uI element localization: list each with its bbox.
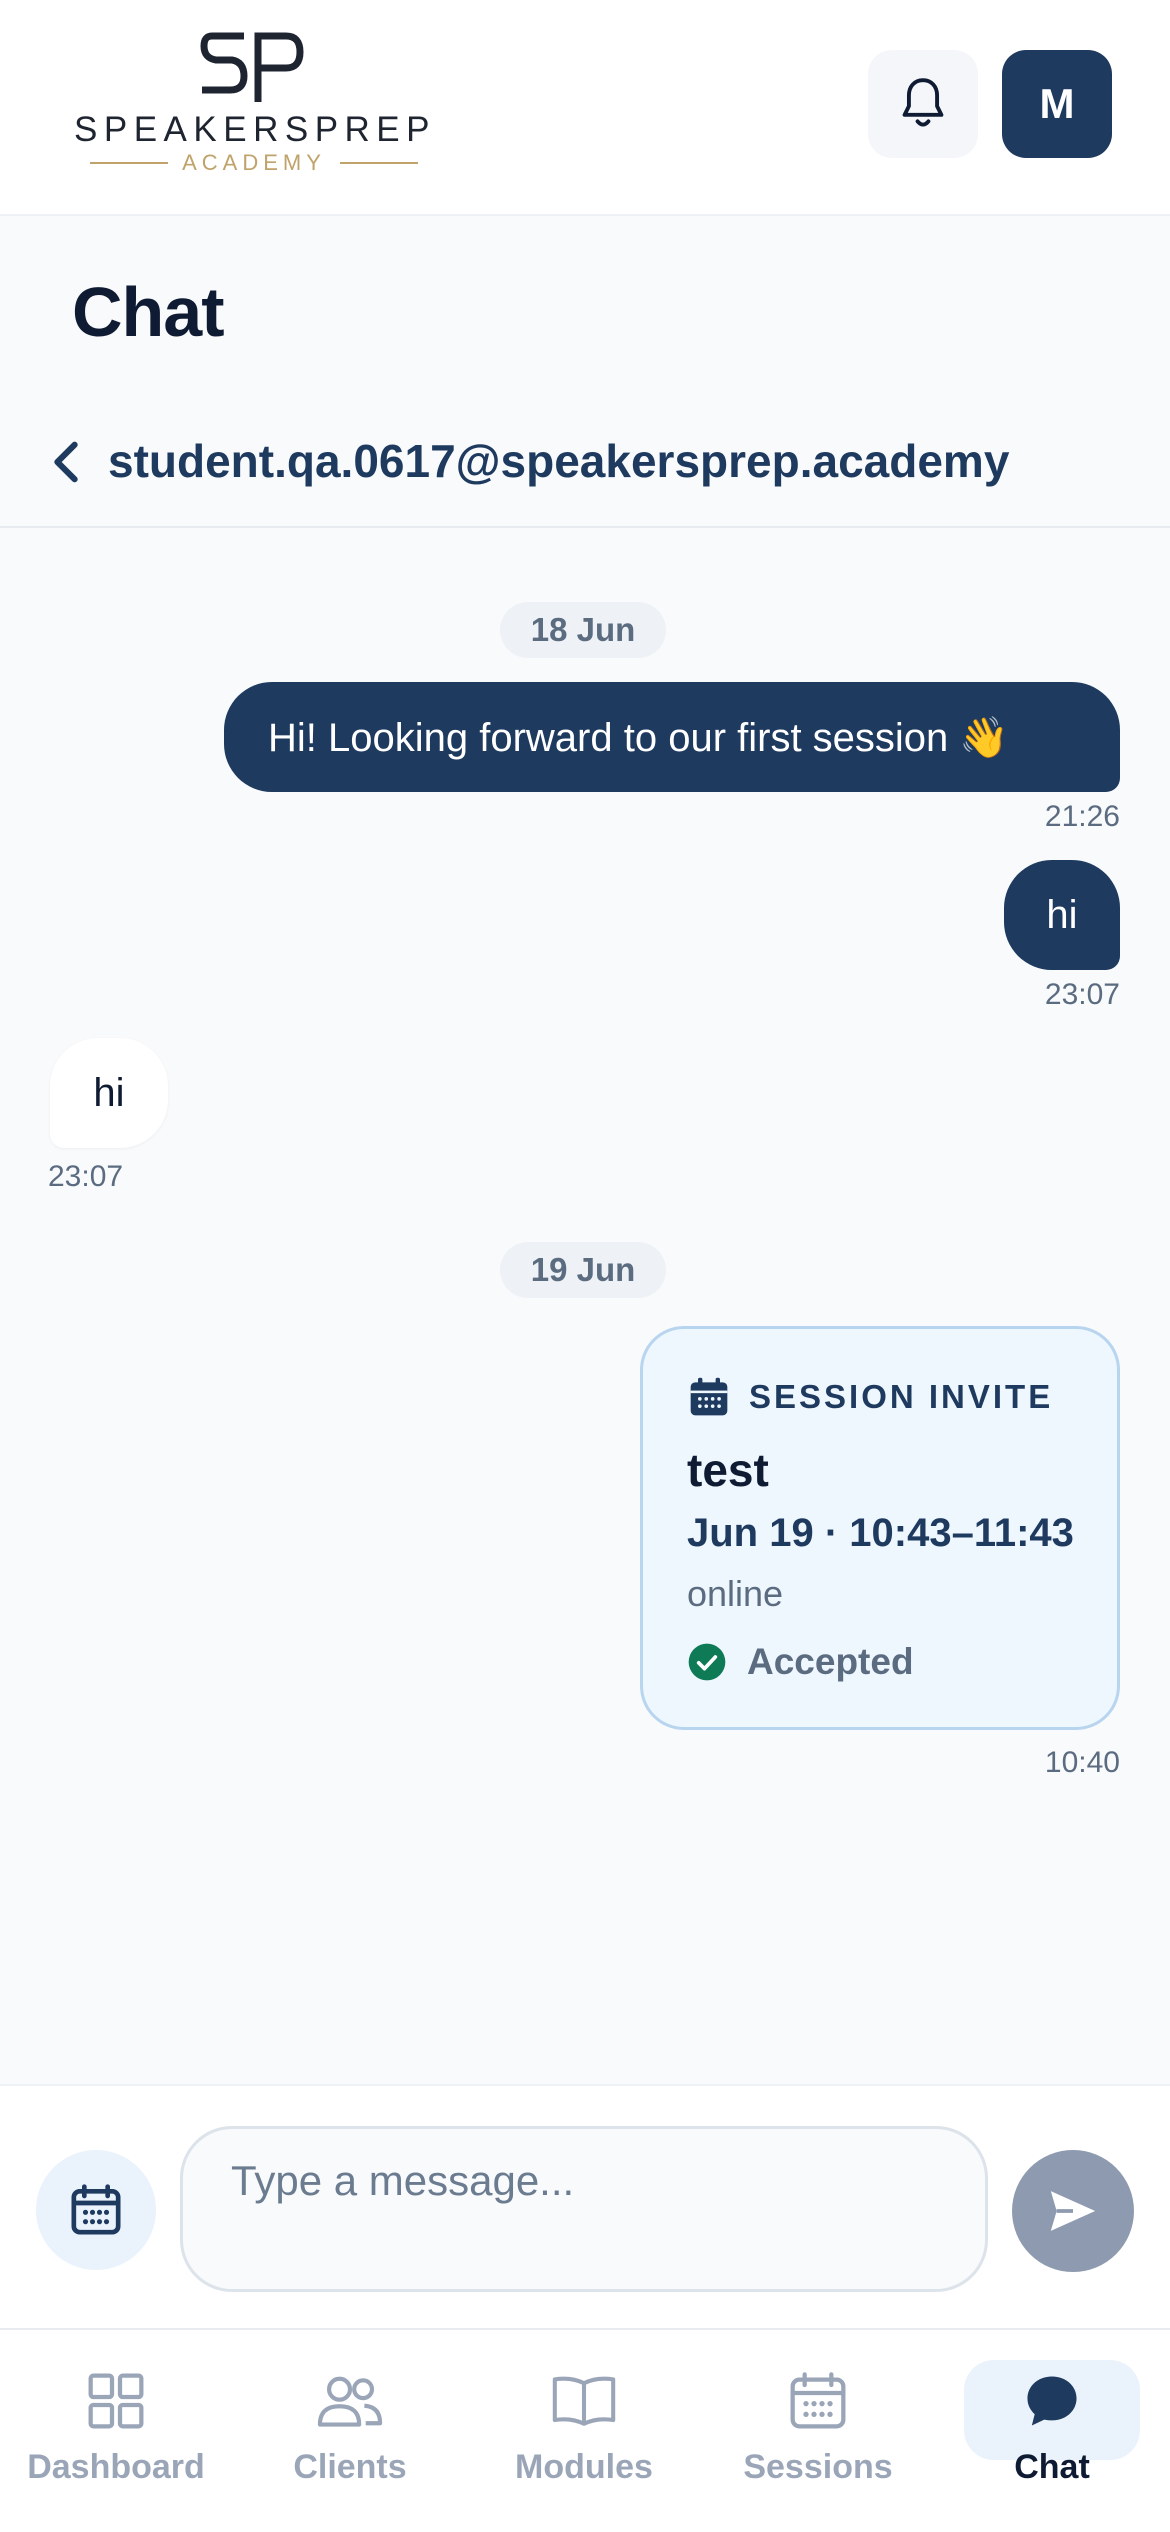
- send-button[interactable]: [1012, 2150, 1134, 2272]
- message-time: 23:07: [48, 1160, 124, 1193]
- nav-label: Clients: [293, 2448, 407, 2486]
- nav-label: Sessions: [743, 2448, 893, 2486]
- session-invite-header: SESSION INVITE: [687, 1375, 1053, 1419]
- message-bubble-outgoing[interactable]: Hi! Looking forward to our first session…: [224, 682, 1120, 792]
- check-circle-icon: [688, 1643, 726, 1681]
- nav-item-clients[interactable]: Clients: [260, 2360, 440, 2510]
- message-composer: [0, 2084, 1170, 2328]
- calendar-icon: [690, 1377, 728, 1416]
- session-status: Accepted: [687, 1641, 914, 1683]
- calendar-icon: [71, 2184, 121, 2235]
- conversation-header: student.qa.0617@speakersprep.academy: [0, 408, 1170, 528]
- conversation-title: student.qa.0617@speakersprep.academy: [108, 435, 1010, 487]
- calendar-icon: [790, 2372, 846, 2429]
- message-time: 10:40: [1044, 1746, 1120, 1779]
- chat-bubble-icon: [1027, 2376, 1077, 2426]
- chevron-left-icon: [54, 441, 78, 483]
- logo-subtitle-text: ACADEMY: [182, 150, 326, 175]
- logo-wordmark: SPEAKERSPREP: [74, 110, 436, 149]
- sp-monogram-icon: [200, 32, 304, 102]
- nav-label: Dashboard: [27, 2448, 205, 2486]
- nav-item-chat[interactable]: Chat: [962, 2360, 1142, 2510]
- session-invite-label: SESSION INVITE: [749, 1378, 1054, 1415]
- session-location: online: [687, 1573, 784, 1614]
- logo-subtitle: ACADEMY: [74, 148, 434, 178]
- profile-avatar-button[interactable]: M: [1002, 50, 1112, 158]
- session-invite-card[interactable]: SESSION INVITE test Jun 19 · 10:43–11:43…: [640, 1326, 1120, 1730]
- bell-icon: [902, 78, 944, 127]
- schedule-session-button[interactable]: [36, 2150, 156, 2270]
- message-input[interactable]: [180, 2126, 988, 2292]
- send-icon: [1050, 2191, 1096, 2231]
- top-bar: SPEAKERSPREP ACADEMY M: [0, 0, 1170, 216]
- message-time: 21:26: [1044, 800, 1120, 833]
- nav-item-sessions[interactable]: Sessions: [728, 2360, 908, 2510]
- session-title: test: [687, 1444, 769, 1496]
- nav-label: Chat: [1014, 2448, 1090, 2486]
- nav-item-dashboard[interactable]: Dashboard: [26, 2360, 206, 2510]
- nav-item-modules[interactable]: Modules: [494, 2360, 674, 2510]
- message-time: 23:07: [1044, 978, 1120, 1011]
- brand-logo[interactable]: SPEAKERSPREP ACADEMY: [74, 30, 434, 180]
- bottom-navigation: Dashboard Clients Modules Sessions Chat: [0, 2328, 1170, 2532]
- date-separator: 19 Jun: [500, 1242, 666, 1298]
- notifications-button[interactable]: [868, 50, 978, 158]
- session-status-label: Accepted: [747, 1641, 914, 1682]
- back-button[interactable]: [44, 432, 88, 492]
- session-datetime: Jun 19 · 10:43–11:43: [687, 1511, 1074, 1555]
- nav-label: Modules: [515, 2448, 653, 2486]
- message-bubble-incoming[interactable]: hi: [50, 1038, 168, 1148]
- users-icon: [317, 2376, 383, 2427]
- app-screen: SPEAKERSPREP ACADEMY M Chat student.qa.0…: [0, 0, 1170, 2532]
- book-icon: [552, 2376, 616, 2426]
- grid-icon: [88, 2373, 144, 2429]
- message-bubble-outgoing[interactable]: hi: [1004, 860, 1120, 970]
- date-separator: 18 Jun: [500, 602, 666, 658]
- page-title: Chat: [72, 273, 225, 351]
